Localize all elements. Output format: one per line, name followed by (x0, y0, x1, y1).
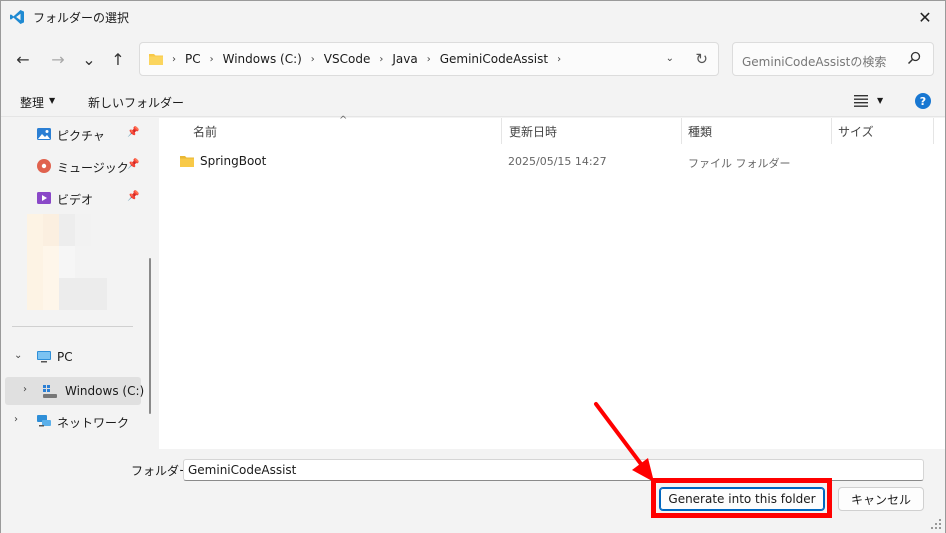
sort-ascending-icon: ^ (339, 115, 348, 126)
recent-locations-button[interactable]: ⌄ (78, 49, 100, 69)
vscode-icon (10, 10, 24, 24)
videos-icon (37, 192, 51, 204)
breadcrumb-vscode[interactable]: VSCode (324, 52, 371, 66)
close-button[interactable]: ✕ (905, 1, 945, 33)
navigation-bar: ← → ⌄ ↑ › PC › Windows (C:) › VSCode › J… (1, 39, 945, 79)
chevron-right-icon: › (209, 53, 214, 65)
pin-icon: 📌 (127, 159, 140, 170)
column-header-type[interactable]: 種類 (688, 123, 712, 140)
chevron-right-icon[interactable]: › (23, 384, 27, 395)
drive-icon (43, 385, 57, 398)
chevron-right-icon: › (310, 53, 315, 65)
chevron-right-icon[interactable]: › (14, 414, 18, 425)
sidebar-item-windows-drive[interactable]: › Windows (C:) (5, 377, 145, 405)
organize-button[interactable]: 整理 (20, 94, 44, 111)
resize-grip-icon[interactable] (929, 517, 943, 531)
address-dropdown-icon[interactable]: ⌄ (666, 53, 674, 64)
sidebar-item-label: ピクチャ (57, 129, 105, 143)
file-type: ファイル フォルダー (688, 157, 791, 170)
sidebar-item-label: ビデオ (57, 193, 94, 207)
pin-icon: 📌 (127, 127, 140, 138)
computer-icon (37, 351, 51, 363)
navigation-pane: ピクチャ 📌 ミュージック 📌 ビデオ 📌 ⌄ PC › Windows (C:… (1, 118, 158, 449)
chevron-right-icon: › (379, 53, 384, 65)
annotation-highlight-box (651, 478, 832, 518)
chevron-down-icon[interactable]: ▼ (877, 96, 883, 105)
command-bar: 整理 ▼ 新しいフォルダー ▼ ? (1, 85, 945, 117)
search-box[interactable]: GeminiCodeAssistの検索 (732, 42, 934, 76)
address-bar[interactable]: › PC › Windows (C:) › VSCode › Java › Ge… (139, 42, 719, 76)
breadcrumb-drive[interactable]: Windows (C:) (223, 52, 302, 66)
file-name: SpringBoot (200, 154, 267, 168)
folder-icon (180, 156, 194, 167)
search-icon (907, 51, 921, 65)
column-header-name[interactable]: 名前 (193, 123, 217, 140)
breadcrumb-geminicodeassist[interactable]: GeminiCodeAssist (440, 52, 548, 66)
help-button[interactable]: ? (915, 93, 931, 109)
pictures-icon (37, 128, 51, 140)
annotation-arrow (594, 402, 654, 482)
close-icon: ✕ (918, 7, 932, 27)
music-icon (37, 159, 51, 173)
up-button[interactable]: ↑ (107, 49, 129, 69)
pin-icon: 📌 (127, 191, 140, 202)
sidebar-scrollbar[interactable] (149, 258, 151, 414)
view-options-icon[interactable] (853, 92, 869, 108)
breadcrumb-pc[interactable]: PC (185, 52, 201, 66)
table-row[interactable]: SpringBoot 2025/05/15 14:27 ファイル フォルダー (179, 151, 939, 173)
back-button[interactable]: ← (12, 49, 34, 69)
back-arrow-icon: ← (16, 49, 30, 69)
window-title: フォルダーの選択 (33, 11, 130, 25)
title-bar: フォルダーの選択 ✕ (1, 1, 945, 33)
sidebar-item-label: Windows (C:) (65, 384, 145, 398)
forward-button[interactable]: → (47, 49, 69, 69)
refresh-icon[interactable]: ↻ (695, 50, 708, 68)
sidebar-item-network[interactable]: › ネットワーク (1, 409, 141, 433)
chevron-right-icon: › (426, 53, 431, 65)
forward-arrow-icon: → (51, 49, 65, 69)
file-modified: 2025/05/15 14:27 (508, 155, 607, 168)
folder-picker-dialog: フォルダーの選択 ✕ ← → ⌄ ↑ › PC › Windows (C:) › (0, 0, 946, 533)
cancel-button[interactable]: キャンセル (838, 487, 924, 511)
folder-icon (149, 54, 163, 65)
sidebar-divider (12, 326, 133, 327)
chevron-down-icon: ▼ (49, 96, 56, 105)
sidebar-item-label: ミュージック (57, 161, 129, 175)
column-divider[interactable] (831, 118, 832, 144)
chevron-down-icon[interactable]: ⌄ (14, 350, 22, 361)
chevron-right-icon: › (557, 53, 562, 65)
up-arrow-icon: ↑ (111, 49, 125, 69)
breadcrumb-java[interactable]: Java (392, 52, 417, 66)
sidebar-item-label: PC (57, 350, 73, 364)
sidebar-item-pc[interactable]: ⌄ PC (1, 345, 141, 369)
column-divider[interactable] (933, 118, 934, 144)
sidebar-item-pictures[interactable]: ピクチャ 📌 (1, 122, 141, 146)
file-list: ^ 名前 更新日時 種類 サイズ SpringBoot 2025/05/15 1… (159, 115, 945, 449)
network-icon (37, 415, 51, 427)
sidebar-item-music[interactable]: ミュージック 📌 (1, 154, 141, 178)
column-divider[interactable] (681, 118, 682, 144)
column-header-modified[interactable]: 更新日時 (509, 123, 557, 140)
search-input[interactable]: GeminiCodeAssistの検索 (742, 53, 886, 70)
column-divider[interactable] (501, 118, 502, 144)
chevron-down-icon: ⌄ (82, 49, 96, 69)
new-folder-button[interactable]: 新しいフォルダー (88, 94, 184, 111)
sidebar-item-label: ネットワーク (57, 416, 130, 430)
help-icon: ? (919, 94, 927, 108)
sidebar-item-videos[interactable]: ビデオ 📌 (1, 186, 141, 210)
column-header-size[interactable]: サイズ (838, 123, 874, 140)
chevron-right-icon: › (172, 53, 176, 65)
